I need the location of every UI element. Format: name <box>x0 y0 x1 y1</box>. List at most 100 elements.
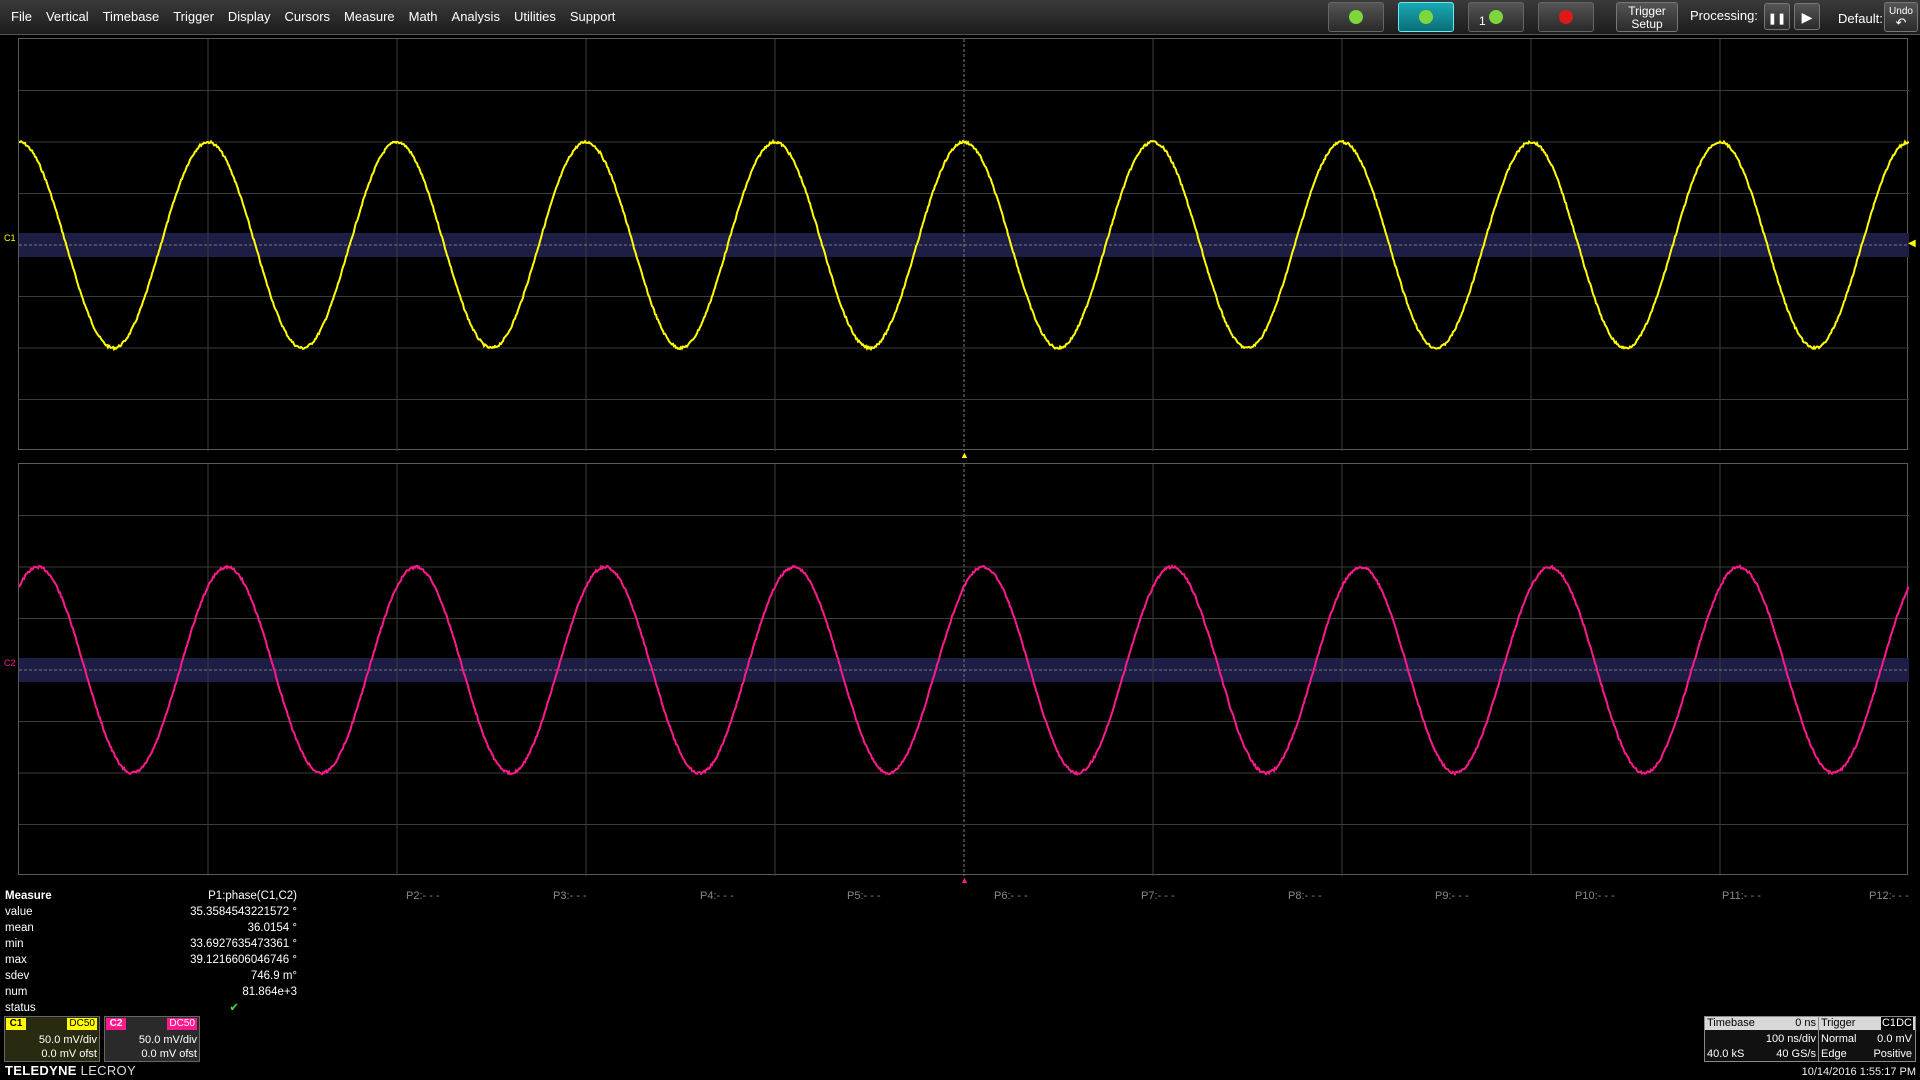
row-label: num <box>5 986 28 998</box>
c2-tag: C2 <box>106 1018 126 1030</box>
p1-value: 35.3584543221572 ° <box>190 906 297 918</box>
p10-header[interactable]: P10:- - - <box>1575 888 1615 904</box>
measure-header: Measure <box>5 890 52 902</box>
measure-row-num: num 81.864e+3 <box>5 984 305 1000</box>
stop-trigger-button[interactable] <box>1538 2 1594 32</box>
waveform-c2-plot <box>19 464 1909 876</box>
p8-header[interactable]: P8:- - - <box>1288 888 1322 904</box>
menu-support[interactable]: Support <box>563 0 623 34</box>
row-label: min <box>5 938 24 950</box>
p7-header[interactable]: P7:- - - <box>1141 888 1175 904</box>
c2-descriptor-box[interactable]: C2 DC50 50.0 mV/div 0.0 mV ofst <box>104 1016 200 1062</box>
trigger-position-marker-2-icon: ▲ <box>960 875 969 885</box>
pause-button[interactable]: ❚❚ <box>1764 3 1790 30</box>
c1-offset-marker[interactable]: C1 <box>4 233 16 243</box>
row-label: max <box>5 954 27 966</box>
brand-name-light: LECROY <box>76 1063 136 1078</box>
trigger-slope: Positive <box>1873 1048 1912 1060</box>
single-trigger-button[interactable]: 1 <box>1468 2 1524 32</box>
c1-descriptor-box[interactable]: C1 DC50 50.0 mV/div 0.0 mV ofst <box>4 1016 100 1062</box>
timebase-delay: 0 ns <box>1795 1017 1816 1029</box>
normal-trigger-button[interactable] <box>1398 2 1454 32</box>
measure-row-max: max 39.1216606046746 ° <box>5 952 305 968</box>
menu-trigger[interactable]: Trigger <box>166 0 221 34</box>
status-check-icon: ✔ <box>229 1002 239 1014</box>
c2-coupling: DC50 <box>167 1018 197 1030</box>
row-label: status <box>5 1002 36 1014</box>
timebase-header: Timebase <box>1707 1017 1755 1029</box>
measure-row-value: value 35.3584543221572 ° <box>5 904 305 920</box>
row-label: value <box>5 906 33 918</box>
measure-row-mean: mean 36.0154 ° <box>5 920 305 936</box>
c1-offset: 0.0 mV ofst <box>41 1048 97 1060</box>
measure-header-row: Measure P1:phase(C1,C2) <box>5 888 305 904</box>
timebase-rate: 40 GS/s <box>1776 1048 1816 1060</box>
date-time: 10/14/2016 1:55:17 PM <box>1801 1066 1916 1078</box>
p1-min: 33.6927635473361 ° <box>190 938 297 950</box>
pause-icon: ❚❚ <box>1767 13 1787 25</box>
menu-analysis[interactable]: Analysis <box>445 0 507 34</box>
trigger-level: 0.0 mV <box>1877 1033 1912 1045</box>
grid-c1[interactable] <box>18 38 1909 451</box>
trigger-header-row: Trigger C1 DC <box>1819 1017 1915 1030</box>
p9-header[interactable]: P9:- - - <box>1435 888 1469 904</box>
auto-trigger-icon <box>1349 10 1363 24</box>
timebase-descriptor-box[interactable]: Timebase 0 ns 100 ns/div 40.0 kS 40 GS/s <box>1704 1016 1820 1062</box>
waveform-c1-plot <box>19 39 1909 451</box>
p4-header[interactable]: P4:- - - <box>700 888 734 904</box>
measure-row-min: min 33.6927635473361 ° <box>5 936 305 952</box>
row-label: mean <box>5 922 34 934</box>
menu-display[interactable]: Display <box>221 0 278 34</box>
timebase-header-row: Timebase 0 ns <box>1705 1017 1819 1030</box>
c1-coupling: DC50 <box>67 1018 97 1030</box>
timebase-samples: 40.0 kS <box>1707 1048 1745 1060</box>
trigger-descriptor-box[interactable]: Trigger C1 DC Normal 0.0 mV Edge Positiv… <box>1818 1016 1916 1062</box>
p1-num: 81.864e+3 <box>242 986 297 998</box>
trigger-setup-label-2: Setup <box>1631 17 1663 31</box>
menu-bar: File Vertical Timebase Trigger Display C… <box>0 0 1920 35</box>
trigger-type: Edge <box>1821 1048 1847 1060</box>
single-trigger-icon <box>1489 10 1503 24</box>
play-icon: ▶ <box>1801 9 1813 25</box>
play-button[interactable]: ▶ <box>1794 3 1820 30</box>
p3-header[interactable]: P3:- - - <box>553 888 587 904</box>
trigger-header: Trigger <box>1821 1017 1856 1029</box>
p1-max: 39.1216606046746 ° <box>190 954 297 966</box>
single-trigger-digit: 1 <box>1479 14 1486 28</box>
p1-header[interactable]: P1:phase(C1,C2) <box>208 888 297 904</box>
menu-vertical[interactable]: Vertical <box>39 0 96 34</box>
p11-header[interactable]: P11:- - - <box>1722 888 1761 904</box>
trigger-coupling: DC <box>1895 1017 1913 1030</box>
brand-name-bold: TELEDYNE <box>5 1063 77 1078</box>
grid-c2[interactable] <box>18 463 1909 876</box>
trigger-mode: Normal <box>1821 1033 1857 1045</box>
p6-header[interactable]: P6:- - - <box>994 888 1028 904</box>
measure-row-sdev: sdev 746.9 m° <box>5 968 305 984</box>
menu-utilities[interactable]: Utilities <box>507 0 563 34</box>
undo-button[interactable]: Undo ↶ <box>1884 2 1918 32</box>
menu-math[interactable]: Math <box>402 0 445 34</box>
menu-file[interactable]: File <box>4 0 39 34</box>
c1-trigger-level-icon[interactable]: ◀ <box>1908 238 1916 249</box>
p1-mean: 36.0154 ° <box>247 922 297 934</box>
stop-trigger-icon <box>1559 10 1573 24</box>
default-label: Default: <box>1838 11 1883 26</box>
menu-timebase[interactable]: Timebase <box>96 0 167 34</box>
c2-offset-marker[interactable]: C2 <box>4 658 16 668</box>
auto-trigger-button[interactable] <box>1328 2 1384 32</box>
measure-row-status: status ✔ <box>5 1000 305 1016</box>
p5-header[interactable]: P5:- - - <box>847 888 881 904</box>
p12-header[interactable]: P12:- - - <box>1869 888 1909 904</box>
processing-label: Processing: <box>1690 8 1758 23</box>
main-menu: File Vertical Timebase Trigger Display C… <box>4 0 622 34</box>
trigger-position-marker-1-icon: ▲ <box>960 450 969 460</box>
measure-table[interactable]: Measure P1:phase(C1,C2) value 35.3584543… <box>5 888 305 1016</box>
p1-sdev: 746.9 m° <box>250 970 297 982</box>
c1-tag: C1 <box>6 1018 26 1030</box>
normal-trigger-icon <box>1419 10 1433 24</box>
trigger-setup-button[interactable]: Trigger Setup <box>1616 2 1678 32</box>
p2-header[interactable]: P2:- - - <box>406 888 440 904</box>
menu-cursors[interactable]: Cursors <box>278 0 338 34</box>
menu-measure[interactable]: Measure <box>337 0 402 34</box>
brand-logo: TELEDYNE LECROY <box>5 1063 136 1078</box>
